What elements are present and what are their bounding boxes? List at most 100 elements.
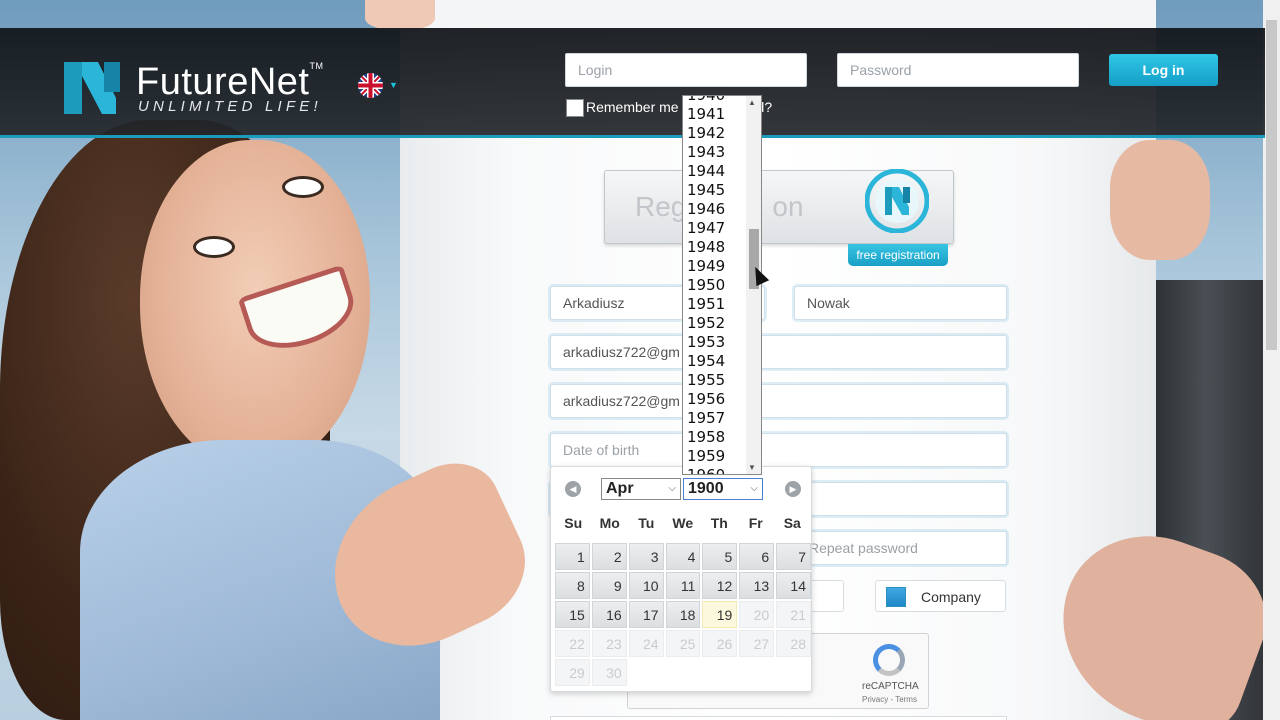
top-header: FutureNetTM UNLIMITED LIFE! ▼ Log in Rem… — [0, 28, 1265, 138]
brand-trademark: TM — [309, 61, 324, 71]
chevron-down-icon: ⌵ — [668, 483, 676, 494]
year-option[interactable]: 1951 — [683, 295, 747, 314]
language-caret-icon[interactable]: ▼ — [389, 80, 398, 90]
day-cell: 26 — [702, 630, 738, 657]
day-cell: 28 — [776, 630, 811, 657]
year-option[interactable]: 1945 — [683, 181, 747, 200]
day-cell[interactable]: 2 — [591, 543, 627, 570]
scroll-down-icon[interactable]: ▼ — [748, 463, 756, 472]
year-option[interactable]: 1960 — [683, 466, 747, 474]
weekday-label: Mo — [599, 515, 620, 531]
month-value: Apr — [606, 480, 634, 497]
year-option[interactable]: 1941 — [683, 105, 747, 124]
registration-header: Reg on — [604, 169, 954, 244]
day-cell: 25 — [665, 630, 701, 657]
day-cell[interactable]: 18 — [665, 601, 701, 628]
day-cell: 27 — [739, 630, 775, 657]
day-cell: 20 — [739, 601, 775, 628]
year-option[interactable]: 1949 — [683, 257, 747, 276]
day-cell[interactable]: 11 — [665, 572, 701, 599]
day-cell[interactable]: 13 — [739, 572, 775, 599]
last-name-field[interactable]: Nowak — [794, 286, 1007, 320]
repeat-password-field[interactable]: Repeat password — [796, 531, 1007, 565]
login-input[interactable] — [565, 53, 807, 87]
day-cell[interactable]: 7 — [776, 543, 811, 570]
day-cell[interactable]: 10 — [628, 572, 664, 599]
year-option[interactable]: 1958 — [683, 428, 747, 447]
year-option[interactable]: 1952 — [683, 314, 747, 333]
woman-left-eye — [193, 236, 235, 258]
registration-logo-icon — [865, 169, 929, 233]
day-cell[interactable]: 15 — [555, 601, 590, 628]
month-select[interactable]: Apr ⌵ — [601, 478, 681, 500]
year-option[interactable]: 1953 — [683, 333, 747, 352]
year-option[interactable]: 1950 — [683, 276, 747, 295]
uk-flag-icon[interactable] — [358, 73, 383, 98]
year-options: 1940 1941 1942 1943 1944 1945 1946 1947 1948 1949… — [683, 96, 747, 474]
futurenet-logo-icon — [64, 62, 120, 114]
registration-title-right: on — [772, 191, 804, 222]
day-cell[interactable]: 5 — [702, 543, 738, 570]
brand-tagline: UNLIMITED LIFE! — [138, 98, 322, 115]
password-input[interactable] — [837, 53, 1079, 87]
day-cell[interactable]: 8 — [555, 572, 590, 599]
date-of-birth-field[interactable]: Date of birth — [550, 433, 1007, 467]
day-cell[interactable]: 12 — [702, 572, 738, 599]
company-option[interactable]: Company — [875, 580, 1006, 612]
recaptcha-terms[interactable]: Privacy - Terms — [862, 695, 917, 704]
email-confirm-field[interactable]: arkadiusz722@gm — [550, 384, 1007, 418]
login-button[interactable]: Log in — [1109, 54, 1218, 86]
top-hand — [365, 0, 435, 30]
day-cell[interactable]: 9 — [591, 572, 627, 599]
year-option[interactable]: 1944 — [683, 162, 747, 181]
day-cell-today[interactable]: 19 — [702, 601, 738, 628]
paper-top-strip — [418, 0, 1156, 28]
year-dropdown-list[interactable]: 1940 1941 1942 1943 1944 1945 1946 1947 1948 1949… — [682, 95, 762, 475]
year-option[interactable]: 1943 — [683, 143, 747, 162]
weekday-label: Th — [710, 515, 728, 531]
weekday-row: Su Mo Tu We Th Fr Sa — [555, 515, 811, 531]
day-cell: 21 — [776, 601, 811, 628]
recaptcha-label: reCAPTCHA — [862, 681, 919, 692]
year-option[interactable]: 1954 — [683, 352, 747, 371]
day-cell[interactable]: 3 — [628, 543, 664, 570]
year-option[interactable]: 1942 — [683, 124, 747, 143]
year-option[interactable]: 1959 — [683, 447, 747, 466]
day-cell: 22 — [555, 630, 590, 657]
weekday-label: Fr — [748, 515, 763, 531]
remember-me-checkbox[interactable] — [566, 99, 584, 117]
page-scrollbar[interactable] — [1263, 0, 1280, 720]
year-option[interactable]: 1955 — [683, 371, 747, 390]
company-checkbox[interactable] — [886, 587, 906, 607]
year-value: 1900 — [688, 480, 724, 497]
weekday-label: We — [672, 515, 694, 531]
year-option[interactable]: 1956 — [683, 390, 747, 409]
datepicker-popup: ◀ Apr ⌵ 1900 ⌵ ▶ Su Mo Tu We Th Fr Sa 1234567891… — [550, 466, 812, 692]
prev-month-icon[interactable]: ◀ — [565, 481, 581, 497]
day-cell[interactable]: 4 — [665, 543, 701, 570]
scroll-up-icon[interactable]: ▲ — [748, 98, 756, 107]
recaptcha-icon — [873, 644, 905, 676]
email-field[interactable]: arkadiusz722@gm — [550, 335, 1007, 369]
remember-me-label: Remember me — [586, 99, 679, 115]
year-option[interactable]: 1948 — [683, 238, 747, 257]
year-option[interactable]: 1946 — [683, 200, 747, 219]
year-option[interactable]: 1947 — [683, 219, 747, 238]
page-scrollbar-thumb[interactable] — [1266, 20, 1277, 350]
day-cell[interactable]: 1 — [555, 543, 590, 570]
day-cell[interactable]: 14 — [776, 572, 811, 599]
day-cell: 30 — [591, 659, 627, 686]
day-cell[interactable]: 17 — [628, 601, 664, 628]
day-cell: 24 — [628, 630, 664, 657]
brand-text: FutureNet — [136, 61, 310, 103]
next-month-icon[interactable]: ▶ — [785, 481, 801, 497]
day-cell[interactable]: 6 — [739, 543, 775, 570]
company-label: Company — [921, 589, 981, 605]
registration-title-left: Reg — [635, 191, 687, 222]
year-select[interactable]: 1900 ⌵ — [683, 478, 763, 500]
weekday-label: Su — [564, 515, 583, 531]
next-field[interactable] — [550, 716, 1007, 720]
year-option[interactable]: 1940 — [683, 96, 747, 105]
year-option[interactable]: 1957 — [683, 409, 747, 428]
day-cell[interactable]: 16 — [591, 601, 627, 628]
